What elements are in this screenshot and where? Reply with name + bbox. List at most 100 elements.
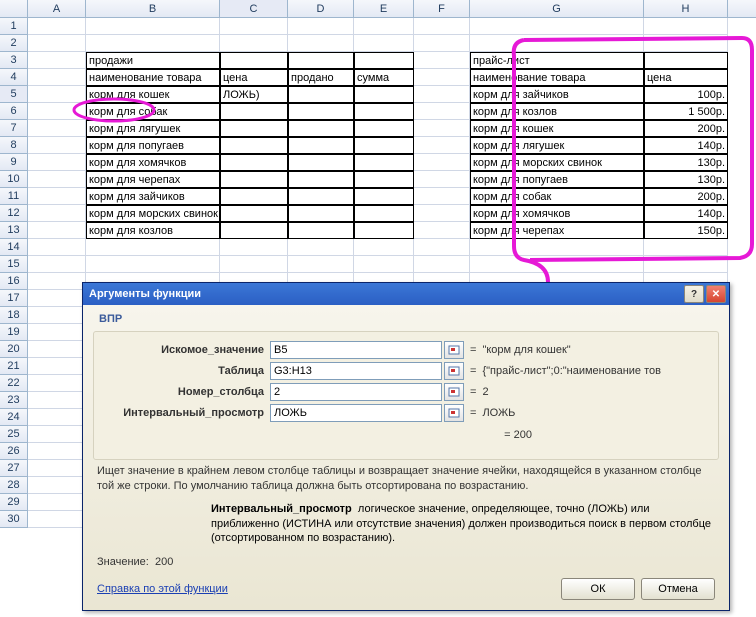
col-header[interactable]: E <box>354 0 414 17</box>
cell[interactable] <box>28 18 86 35</box>
cell[interactable] <box>414 35 470 52</box>
cell[interactable] <box>288 256 354 273</box>
cell[interactable] <box>28 409 86 426</box>
cell[interactable] <box>28 443 86 460</box>
cell[interactable]: корм для морских свинок <box>86 205 220 222</box>
cell[interactable] <box>288 103 354 120</box>
row-header[interactable]: 17 <box>0 290 28 307</box>
cell[interactable]: корм для собак <box>86 103 220 120</box>
cell[interactable] <box>470 239 644 256</box>
cell[interactable] <box>414 256 470 273</box>
cell[interactable] <box>220 222 288 239</box>
col-header[interactable]: A <box>28 0 86 17</box>
cell[interactable] <box>644 35 728 52</box>
row-header[interactable]: 22 <box>0 375 28 392</box>
cell[interactable] <box>220 256 288 273</box>
col-header[interactable]: F <box>414 0 470 17</box>
cell[interactable]: 130р. <box>644 171 728 188</box>
cell[interactable] <box>354 52 414 69</box>
cell[interactable] <box>644 239 728 256</box>
cell[interactable] <box>28 35 86 52</box>
cell[interactable] <box>28 307 86 324</box>
cell[interactable]: корм для козлов <box>86 222 220 239</box>
cell[interactable]: корм для кошек <box>470 120 644 137</box>
cell[interactable] <box>414 188 470 205</box>
cell[interactable] <box>28 137 86 154</box>
row-header[interactable]: 13 <box>0 222 28 239</box>
cell[interactable] <box>414 86 470 103</box>
cell[interactable] <box>414 154 470 171</box>
row-header[interactable]: 10 <box>0 171 28 188</box>
row-header[interactable]: 12 <box>0 205 28 222</box>
cell[interactable] <box>28 256 86 273</box>
cell[interactable]: продажи <box>86 52 220 69</box>
cell[interactable] <box>288 188 354 205</box>
row-header[interactable]: 5 <box>0 86 28 103</box>
cell[interactable]: 200р. <box>644 188 728 205</box>
row-header[interactable]: 29 <box>0 494 28 511</box>
cell[interactable] <box>354 171 414 188</box>
cell[interactable]: корм для зайчиков <box>86 188 220 205</box>
cell[interactable] <box>220 35 288 52</box>
cell[interactable]: наименование товара <box>470 69 644 86</box>
cell[interactable]: ЛОЖЬ) <box>220 86 288 103</box>
cell[interactable] <box>86 18 220 35</box>
row-header[interactable]: 21 <box>0 358 28 375</box>
cell[interactable]: сумма <box>354 69 414 86</box>
cell[interactable] <box>288 154 354 171</box>
row-header[interactable]: 4 <box>0 69 28 86</box>
cell[interactable] <box>354 256 414 273</box>
cell[interactable]: 140р. <box>644 137 728 154</box>
cell[interactable]: 150р. <box>644 222 728 239</box>
row-header[interactable]: 6 <box>0 103 28 120</box>
cell[interactable] <box>644 18 728 35</box>
cell[interactable] <box>28 239 86 256</box>
cell[interactable] <box>86 35 220 52</box>
cell[interactable] <box>354 188 414 205</box>
col-header[interactable]: B <box>86 0 220 17</box>
cell[interactable] <box>28 341 86 358</box>
row-header[interactable]: 3 <box>0 52 28 69</box>
cell[interactable]: корм для морских свинок <box>470 154 644 171</box>
cell[interactable] <box>354 35 414 52</box>
cell[interactable]: корм для зайчиков <box>470 86 644 103</box>
cell[interactable] <box>28 477 86 494</box>
cell[interactable]: прайс-лист <box>470 52 644 69</box>
cell[interactable] <box>220 103 288 120</box>
cell[interactable] <box>354 222 414 239</box>
dialog-titlebar[interactable]: Аргументы функции ? ✕ <box>83 283 729 305</box>
row-header[interactable]: 24 <box>0 409 28 426</box>
cell[interactable] <box>414 69 470 86</box>
help-link[interactable]: Справка по этой функции <box>97 583 228 595</box>
ref-select-icon[interactable] <box>444 341 464 359</box>
cell[interactable]: цена <box>220 69 288 86</box>
help-button[interactable]: ? <box>684 285 704 303</box>
cell[interactable] <box>28 375 86 392</box>
row-header[interactable]: 16 <box>0 273 28 290</box>
cell[interactable]: корм для собак <box>470 188 644 205</box>
cell[interactable] <box>644 52 728 69</box>
cell[interactable] <box>354 239 414 256</box>
row-header[interactable]: 23 <box>0 392 28 409</box>
ref-select-icon[interactable] <box>444 383 464 401</box>
cell[interactable] <box>288 137 354 154</box>
cell[interactable] <box>414 222 470 239</box>
cell[interactable] <box>28 273 86 290</box>
cell[interactable] <box>414 205 470 222</box>
cell[interactable]: корм для черепах <box>86 171 220 188</box>
cancel-button[interactable]: Отмена <box>641 578 715 600</box>
cell[interactable]: наименование товара <box>86 69 220 86</box>
cell[interactable]: корм для хомячков <box>86 154 220 171</box>
close-button[interactable]: ✕ <box>706 285 726 303</box>
cell[interactable] <box>86 239 220 256</box>
cell[interactable] <box>28 358 86 375</box>
row-header[interactable]: 20 <box>0 341 28 358</box>
cell[interactable]: корм для попугаев <box>470 171 644 188</box>
col-index-input[interactable] <box>270 383 442 401</box>
cell[interactable]: корм для хомячков <box>470 205 644 222</box>
cell[interactable] <box>28 324 86 341</box>
row-header[interactable]: 30 <box>0 511 28 528</box>
row-header[interactable]: 19 <box>0 324 28 341</box>
cell[interactable] <box>354 103 414 120</box>
cell[interactable]: корм для черепах <box>470 222 644 239</box>
